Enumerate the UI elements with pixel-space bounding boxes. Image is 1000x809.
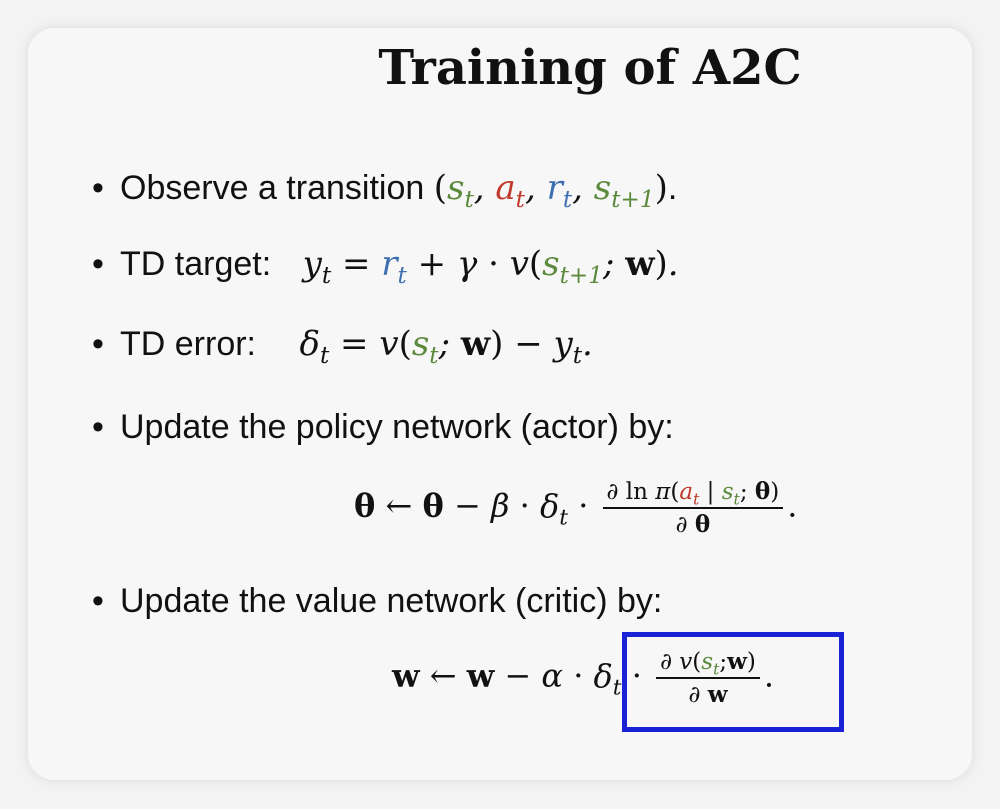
slide: Training of A2C • Observe a transition (s…	[28, 28, 972, 780]
transition-tuple: (st, at, rt, st+1)	[433, 168, 668, 214]
actor-label: Update the policy network (actor) by:	[120, 408, 674, 446]
bullet-td-error: • TD error: δt = v(st; w) − yt.	[92, 324, 593, 370]
bullet-observe: • Observe a transition (st, at, rt, st+1)…	[92, 168, 678, 214]
bullet-actor-update: • Update the policy network (actor) by:	[92, 408, 674, 446]
td-error-equation: δt = v(st; w) − yt.	[299, 324, 593, 370]
highlight-box	[622, 632, 844, 732]
actor-update-equation: θ ← θ − β · δt · ∂ ln π(at | st; θ) ∂ θ …	[354, 478, 798, 538]
td-error-label: TD error:	[120, 325, 256, 363]
observe-label: Observe a transition	[120, 169, 425, 207]
critic-label: Update the value network (critic) by:	[120, 582, 663, 620]
actor-gradient-fraction: ∂ ln π(at | st; θ) ∂ θ	[602, 478, 784, 538]
bullet-critic-update: • Update the value network (critic) by:	[92, 582, 663, 620]
bullet-td-target: • TD target: yt = rt + γ · v(st+1; w).	[92, 244, 679, 290]
slide-title: Training of A2C	[378, 40, 802, 96]
td-target-equation: yt = rt + γ · v(st+1; w).	[302, 244, 679, 290]
td-target-label: TD target:	[120, 245, 272, 283]
